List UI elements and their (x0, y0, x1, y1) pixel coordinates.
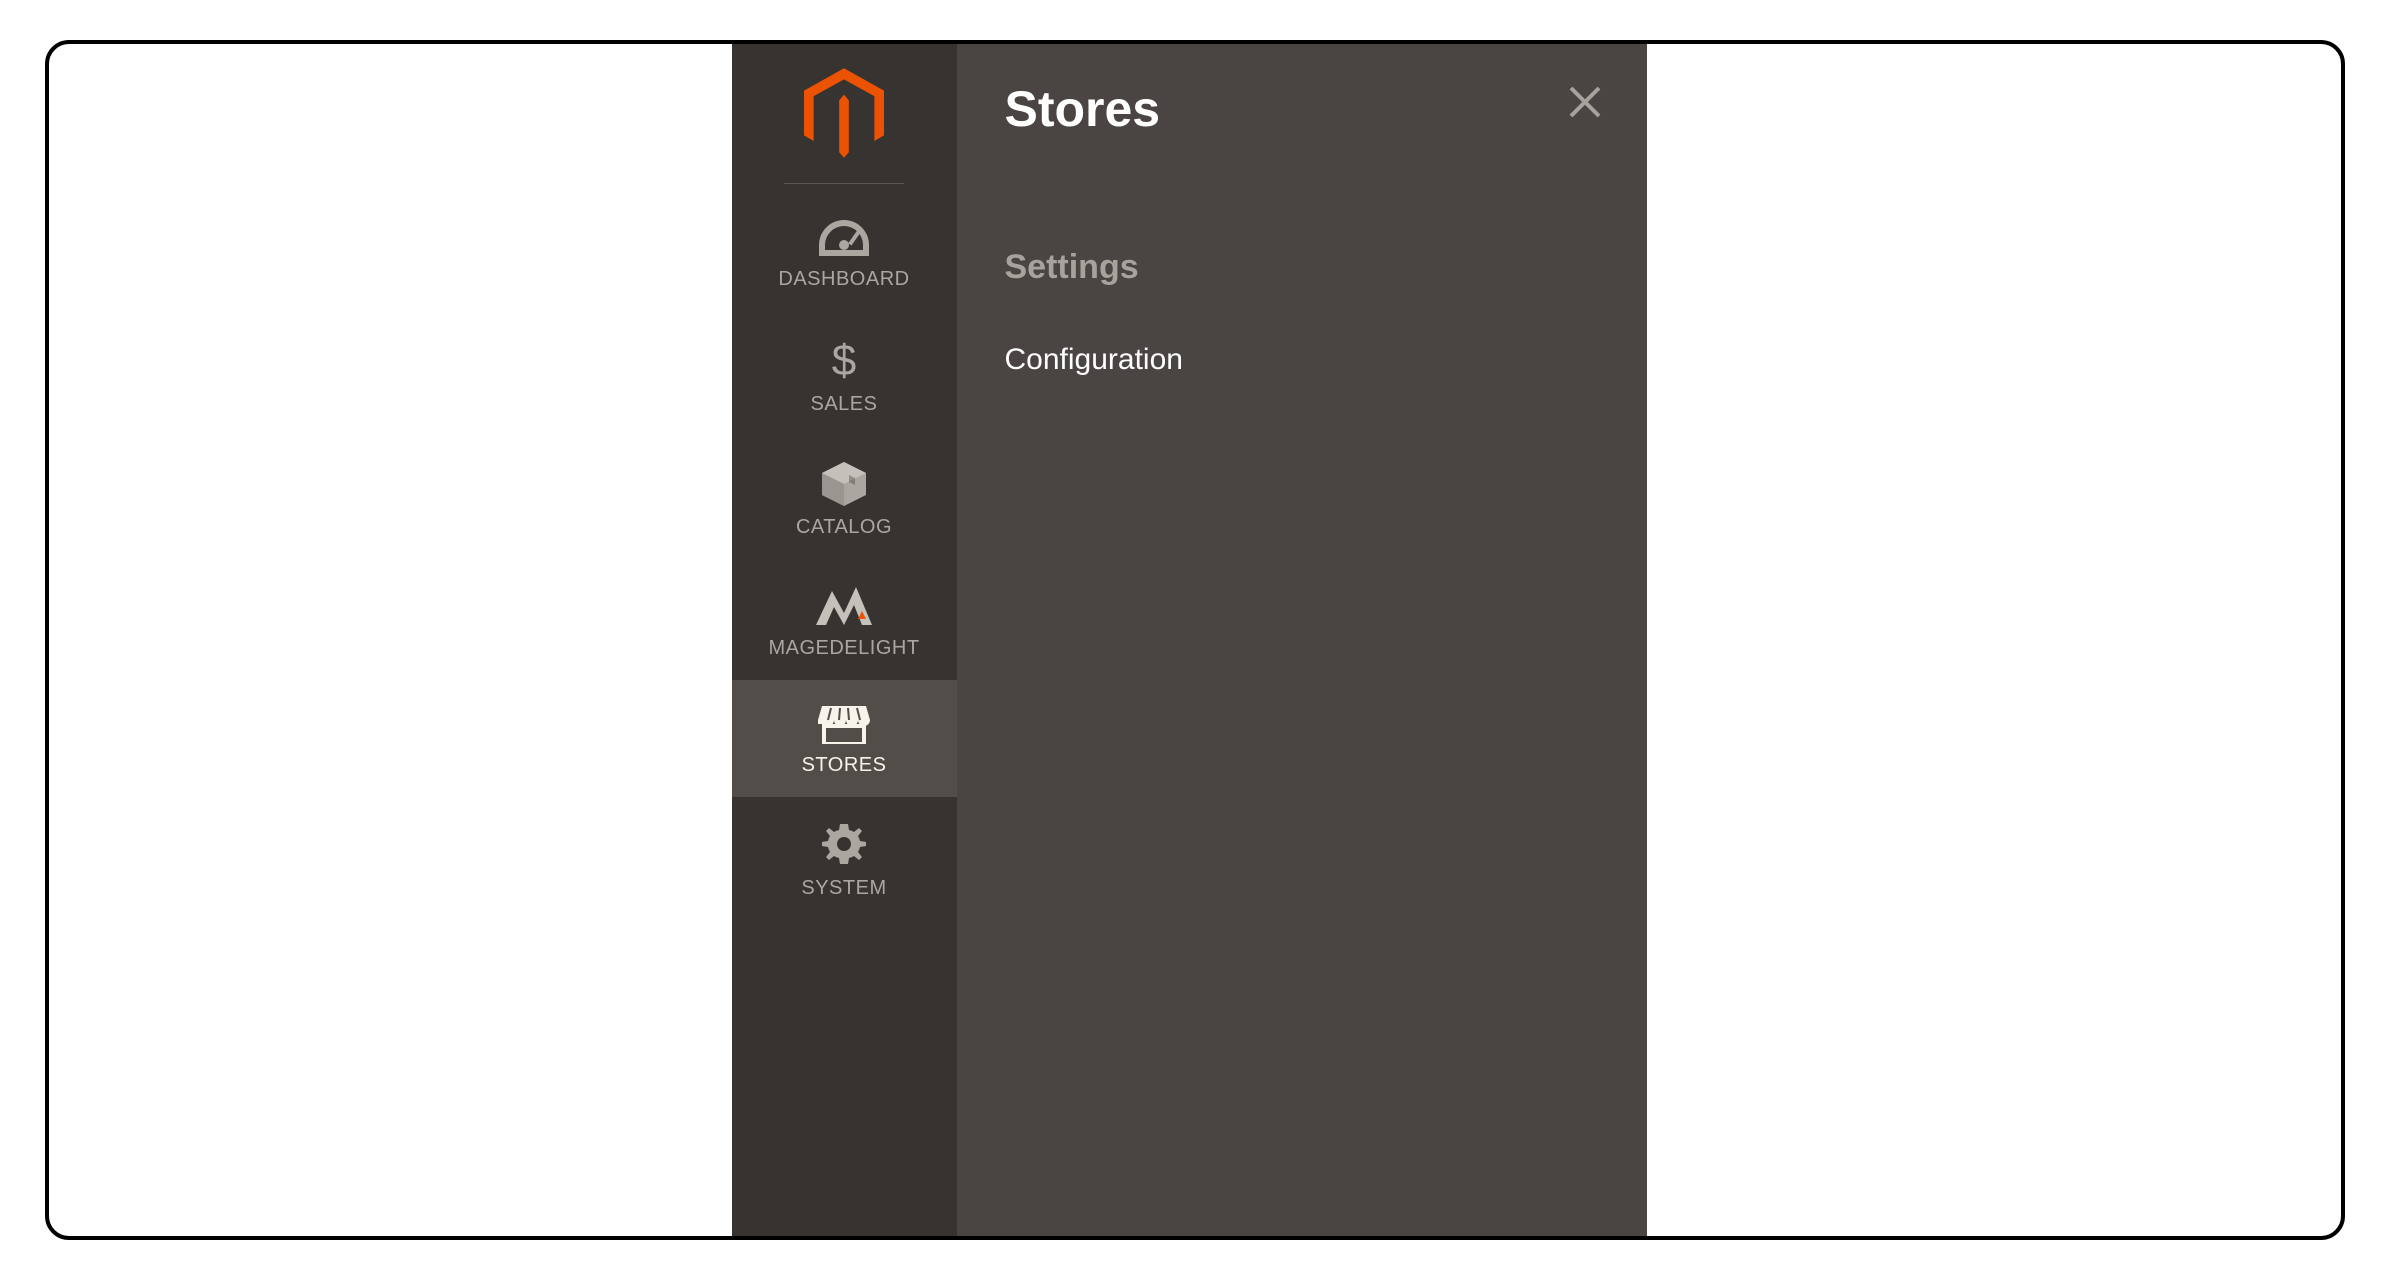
sidebar-item-label: MAGEDELIGHT (768, 637, 919, 660)
sidebar-divider (784, 183, 904, 184)
magento-logo[interactable] (732, 44, 957, 183)
svg-text:$: $ (832, 336, 856, 383)
sidebar-item-system[interactable]: SYSTEM (732, 797, 957, 920)
close-button[interactable] (1567, 84, 1603, 125)
sidebar-item-dashboard[interactable]: DASHBOARD (732, 194, 957, 311)
magedelight-icon (814, 583, 874, 627)
flyout-title: Stores (1005, 80, 1599, 138)
storefront-icon (818, 704, 870, 744)
magento-logo-icon (804, 68, 884, 163)
sidebar-item-label: CATALOG (796, 516, 892, 539)
sidebar-item-label: STORES (802, 754, 887, 777)
gear-icon (821, 821, 867, 867)
stores-flyout-panel: Stores Settings Configuration (957, 44, 1647, 1236)
close-icon (1567, 107, 1603, 124)
sidebar-item-stores[interactable]: STORES (732, 680, 957, 797)
flyout-section-heading: Settings (1005, 248, 1599, 287)
sidebar-item-catalog[interactable]: CATALOG (732, 436, 957, 559)
sidebar-item-sales[interactable]: $ SALES (732, 311, 957, 436)
box-icon (819, 460, 869, 506)
submenu-item-configuration[interactable]: Configuration (1005, 343, 1183, 377)
sidebar-item-label: SALES (811, 393, 878, 416)
app-frame: DASHBOARD $ SALES (45, 40, 2345, 1240)
sidebar-item-label: DASHBOARD (778, 268, 909, 291)
dollar-icon: $ (829, 335, 859, 383)
app-container: DASHBOARD $ SALES (732, 44, 1647, 1236)
sidebar-item-label: SYSTEM (801, 877, 886, 900)
admin-sidebar: DASHBOARD $ SALES (732, 44, 957, 1236)
dashboard-icon (817, 218, 871, 258)
sidebar-item-magedelight[interactable]: MAGEDELIGHT (732, 559, 957, 680)
